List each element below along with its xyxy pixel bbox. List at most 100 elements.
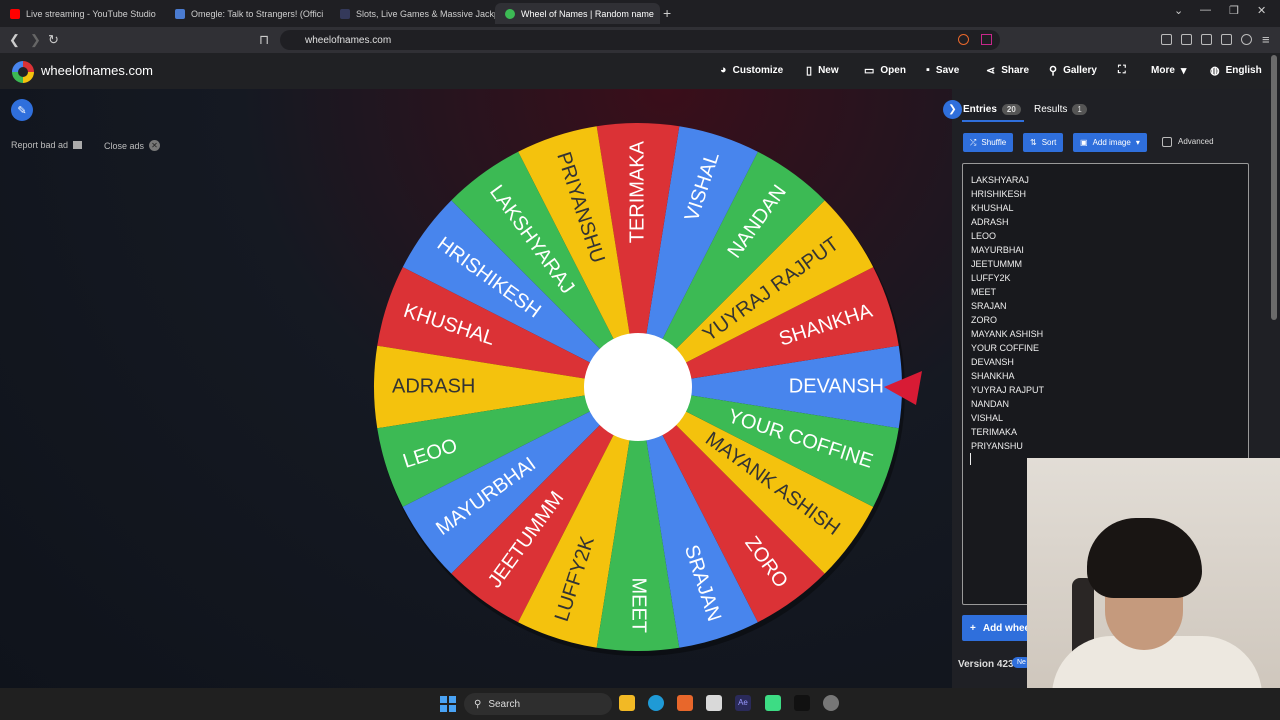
sort-icon: ⇅ [1030, 138, 1037, 147]
reload-button[interactable]: ↻ [48, 32, 59, 48]
entry-line: SHANKHA [971, 371, 1015, 381]
url-input[interactable]: wheelofnames.com [280, 30, 1000, 50]
tab-results[interactable]: Results 1 [1034, 104, 1087, 115]
brave-shield-icon[interactable] [958, 34, 969, 45]
advanced-label: Advanced [1178, 137, 1214, 146]
entry-line: NANDAN [971, 399, 1010, 409]
gallery-button[interactable]: ⚲ Gallery [1049, 64, 1097, 77]
forward-button[interactable]: ❯ [30, 32, 41, 48]
close-ads-link[interactable]: Close ads ✕ [104, 140, 161, 151]
browser-tab-youtube[interactable]: Live streaming - YouTube Studio [0, 3, 165, 24]
entry-line: YOUR COFFINE [971, 343, 1040, 353]
site-header: wheelofnames.com ◕ Customize ▯ New ▭ Open ▪… [0, 53, 1280, 89]
chevron-down-icon: ▾ [1135, 138, 1140, 147]
terminal-icon[interactable] [794, 695, 810, 711]
entry-line: LAKSHYARAJ [971, 175, 1029, 185]
more-button[interactable]: More ▾ [1151, 64, 1186, 77]
wheel-segment-label: MEET [628, 577, 650, 633]
vpn-icon[interactable] [1241, 34, 1252, 45]
bookmark-icon[interactable]: ⊓ [259, 32, 269, 48]
new-button[interactable]: ▯ New [806, 64, 839, 77]
fullscreen-button[interactable]: ⛶ [1118, 64, 1126, 77]
sort-button[interactable]: ⇅ Sort [1023, 133, 1064, 152]
address-bar-row: ❮ ❯ ↻ ⊓ wheelofnames.com ≡ [0, 27, 1280, 53]
entry-line: YUYRAJ RAJPUT [971, 385, 1045, 395]
palette-icon: ◕ [720, 64, 727, 76]
plus-icon: + [970, 622, 976, 634]
close-window-button[interactable]: ✕ [1257, 4, 1266, 17]
after-effects-icon[interactable]: Ae [735, 695, 751, 711]
wheel-icon [505, 8, 515, 19]
entry-line: KHUSHAL [971, 203, 1014, 213]
slots-icon [340, 8, 350, 19]
browser-tab-bar: Live streaming - YouTube Studio Omegle: … [0, 0, 1280, 27]
entry-line: SRAJAN [971, 301, 1007, 311]
entry-line: ADRASH [971, 217, 1009, 227]
browser-tab-omegle[interactable]: Omegle: Talk to Strangers! (Offici [165, 3, 330, 24]
active-tab-indicator [962, 120, 1024, 122]
version-label: Version 423 [958, 659, 1014, 670]
advanced-checkbox[interactable] [1162, 137, 1172, 147]
folder-icon: ▭ [864, 65, 875, 77]
browser-tab-wheel[interactable]: Wheel of Names | Random name ✕ [495, 3, 660, 24]
entry-line: PRIYANSHU [971, 441, 1023, 451]
wheel-of-names[interactable]: DEVANSHSHANKHAYUYRAJ RAJPUTNANDANVISHALT… [372, 121, 932, 661]
wheel-segment-label: DEVANSH [789, 375, 884, 397]
maximize-button[interactable]: ❐ [1229, 4, 1239, 17]
rewards-icon[interactable] [981, 34, 992, 45]
add-image-button[interactable]: ▣ Add image ▾ [1073, 133, 1147, 152]
file-explorer-icon[interactable] [619, 695, 635, 711]
floppy-icon: ▪ [926, 64, 930, 76]
edit-pencil-icon[interactable]: ✎ [11, 99, 33, 121]
site-logo-icon[interactable] [12, 61, 34, 83]
windows-start-icon[interactable] [440, 696, 456, 712]
search-icon: ⚲ [474, 698, 482, 710]
image-icon: ▣ [1080, 138, 1088, 147]
person-hair-shape [1087, 518, 1202, 598]
collapse-panel-icon[interactable]: ❯ [943, 100, 962, 119]
wallet-icon[interactable] [1201, 34, 1212, 45]
tab-entries[interactable]: Entries 20 [963, 104, 1021, 115]
site-name[interactable]: wheelofnames.com [41, 63, 153, 78]
obs-icon[interactable] [823, 695, 839, 711]
globe-icon: ◍ [1210, 65, 1220, 77]
tab-list-icon[interactable]: ⌄ [1174, 4, 1183, 17]
extensions-icon[interactable] [1161, 34, 1172, 45]
entry-line: HRISHIKESH [971, 189, 1027, 199]
entry-line: MEET [971, 287, 997, 297]
browser-menu-icon[interactable]: ≡ [1262, 32, 1270, 47]
omegle-icon [175, 8, 185, 19]
downloads-icon[interactable] [1221, 34, 1232, 45]
minimize-button[interactable]: — [1200, 4, 1211, 16]
language-button[interactable]: ◍ English [1210, 64, 1262, 77]
save-button[interactable]: ▪ Save [926, 64, 959, 76]
entries-list: LAKSHYARAJ HRISHIKESH KHUSHAL ADRASH LEOO MAY… [971, 173, 1044, 453]
taskbar-search[interactable]: ⚲ Search [464, 693, 612, 715]
open-button[interactable]: ▭ Open [864, 64, 906, 77]
page-scrollbar[interactable] [1271, 55, 1277, 320]
new-tab-button[interactable]: + [663, 5, 671, 21]
chevron-down-icon: ▾ [1180, 65, 1187, 77]
back-button[interactable]: ❮ [9, 32, 20, 48]
android-icon[interactable] [765, 695, 781, 711]
search-icon: ⚲ [1049, 65, 1058, 77]
flag-icon [73, 141, 83, 149]
sidebar-icon[interactable] [1181, 34, 1192, 45]
close-icon: ✕ [149, 140, 161, 151]
report-bad-ad-link[interactable]: Report bad ad [11, 140, 83, 150]
share-button[interactable]: ⋖ Share [986, 64, 1029, 77]
customize-button[interactable]: ◕ Customize [720, 64, 783, 76]
youtube-icon [10, 8, 20, 19]
browser-tab-slots[interactable]: Slots, Live Games & Massive Jackpot [330, 3, 495, 24]
store-icon[interactable] [706, 695, 722, 711]
wheel-stage: ✎ Report bad ad Close ads ✕ DEVANSH SHANK… [0, 89, 952, 688]
entries-count-badge: 20 [1001, 104, 1021, 115]
text-cursor [970, 453, 971, 465]
wheel-segment-label: TERIMAKA [626, 140, 648, 243]
wheel-center-hub[interactable] [584, 333, 692, 441]
entry-line: LUFFY2K [971, 273, 1011, 283]
entry-line: MAYANK ASHISH [971, 329, 1044, 339]
brave-icon[interactable] [677, 695, 693, 711]
shuffle-button[interactable]: ⤮ Shuffle [963, 133, 1014, 152]
edge-icon[interactable] [648, 695, 664, 711]
